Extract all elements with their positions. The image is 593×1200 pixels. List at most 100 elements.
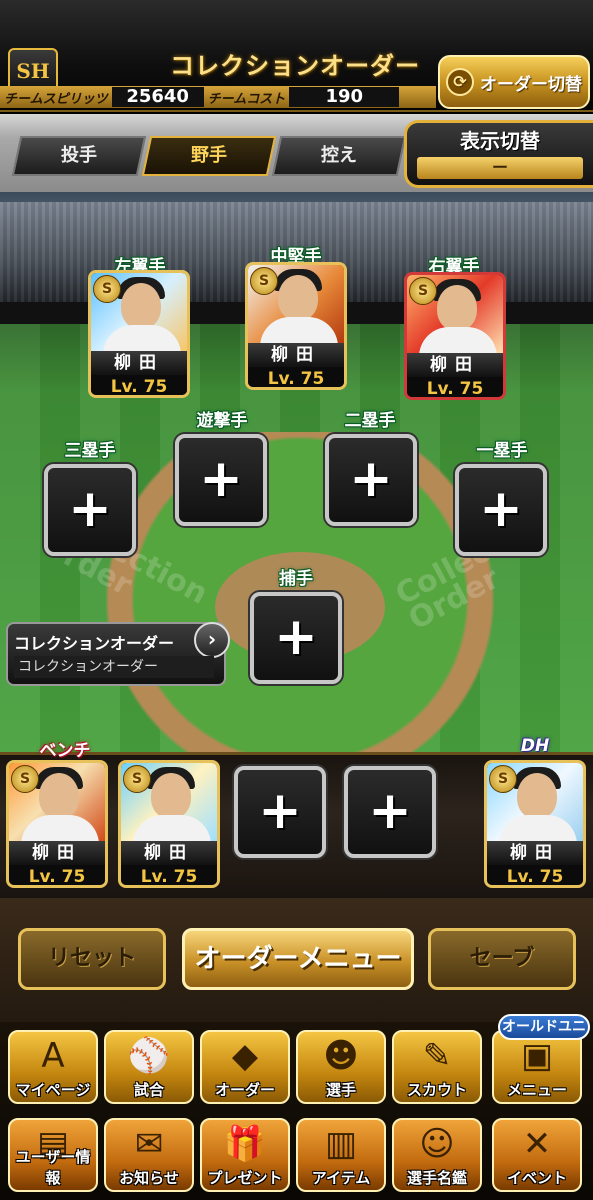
player-name: 柳田 — [248, 343, 344, 367]
rarity-badge-icon: S — [489, 765, 517, 793]
top-header: SH コレクションオーダー ⟳ オーダー切替 チームスピリッツ 25640 チー… — [0, 0, 593, 112]
head — [517, 773, 557, 819]
nav-label: オーダー — [214, 1081, 275, 1099]
nav-mypage[interactable]: A マイページ — [8, 1030, 98, 1104]
empty-slot-shortstop[interactable]: + — [175, 434, 267, 526]
menu-icon: ▣ — [520, 1036, 554, 1076]
display-switch-value: ー — [417, 157, 583, 179]
reset-button[interactable]: リセット — [18, 928, 166, 990]
empty-slot-bench-4[interactable]: + — [344, 766, 436, 858]
collection-order-subtitle: コレクションオーダー — [14, 656, 214, 678]
order-field-icon: ◆ — [231, 1036, 259, 1076]
team-spirit-value: 25640 — [111, 87, 204, 107]
nav-order[interactable]: ◆ オーダー — [200, 1030, 290, 1104]
scout-icon: ✎ — [422, 1036, 452, 1076]
nav-label: 試合 — [133, 1081, 164, 1099]
rarity-badge-icon: S — [93, 275, 121, 303]
player-book-icon: ☺ — [419, 1124, 455, 1164]
nav-label: マイページ — [15, 1081, 91, 1099]
item-icon: ▥ — [324, 1124, 358, 1164]
player-name: 柳田 — [487, 841, 583, 865]
player-card-left-field[interactable]: S 柳田 Lv. 75 — [88, 270, 190, 398]
empty-slot-catcher[interactable]: + — [250, 592, 342, 684]
player-icon: ☻ — [323, 1036, 359, 1076]
nav-item[interactable]: ▥ アイテム — [296, 1118, 386, 1192]
order-switch-button[interactable]: ⟳ オーダー切替 — [438, 55, 590, 109]
page-title: コレクションオーダー — [170, 52, 420, 80]
position-label-third-base: 三塁手 — [64, 441, 116, 461]
position-label-first-base: 一塁手 — [476, 441, 528, 461]
team-spirit-label: チームスピリッツ — [4, 91, 108, 107]
nav-user-info[interactable]: ▤ ユーザー情報 — [8, 1118, 98, 1192]
order-switch-label: オーダー切替 — [480, 74, 582, 95]
player-name: 柳田 — [121, 841, 217, 865]
save-button[interactable]: セーブ — [428, 928, 576, 990]
old-uniform-badge: オールドユニ — [498, 1014, 590, 1040]
chevron-right-icon[interactable]: › — [194, 622, 230, 658]
nav-label: プレゼント — [207, 1169, 283, 1187]
add-icon: + — [479, 479, 523, 539]
order-menu-button[interactable]: オーダーメニュー — [182, 928, 414, 990]
nav-event[interactable]: ✕ イベント — [492, 1118, 582, 1192]
nav-menu[interactable]: ▣ メニュー — [492, 1030, 582, 1104]
tab-reserve-label: 控え — [321, 145, 357, 166]
position-label-catcher: 捕手 — [279, 569, 313, 589]
player-level: Lv. 75 — [91, 375, 187, 395]
bench-card-2[interactable]: S 柳田 Lv. 75 — [118, 760, 220, 888]
position-label-second-base: 二塁手 — [344, 411, 396, 431]
add-icon: + — [349, 449, 393, 509]
empty-slot-third-base[interactable]: + — [44, 464, 136, 556]
position-label-shortstop: 遊撃手 — [196, 411, 248, 431]
nav-label: 選手名鑑 — [406, 1169, 467, 1187]
display-switch-label: 表示切替 — [460, 129, 540, 153]
player-name: 柳田 — [91, 351, 187, 375]
tab-fielder[interactable]: 野手 — [141, 136, 277, 176]
empty-slot-bench-3[interactable]: + — [234, 766, 326, 858]
event-icon: ✕ — [522, 1124, 552, 1164]
nav-scout[interactable]: ✎ スカウト — [392, 1030, 482, 1104]
rarity-badge-icon: S — [409, 277, 437, 305]
nav-label: 選手 — [325, 1081, 356, 1099]
tab-pitcher[interactable]: 投手 — [11, 136, 147, 176]
nav-label: ユーザー情報 — [15, 1148, 91, 1187]
add-icon: + — [199, 449, 243, 509]
player-card-right-field[interactable]: S 柳田 Lv. 75 — [404, 272, 506, 400]
nav-label: アイテム — [311, 1169, 371, 1187]
nav-player-book[interactable]: ☺ 選手名鑑 — [392, 1118, 482, 1192]
nav-player[interactable]: ☻ 選手 — [296, 1030, 386, 1104]
player-level: Lv. 75 — [248, 367, 344, 387]
head — [278, 275, 318, 321]
player-level: Lv. 75 — [121, 865, 217, 885]
stadium-icon: ⚾ — [127, 1036, 171, 1076]
dh-card[interactable]: S 柳田 Lv. 75 — [484, 760, 586, 888]
head — [151, 773, 191, 819]
nav-label: メニュー — [506, 1081, 567, 1099]
nav-label: お知らせ — [119, 1169, 179, 1187]
empty-slot-second-base[interactable]: + — [325, 434, 417, 526]
nav-present[interactable]: 🎁 プレゼント — [200, 1118, 290, 1192]
collection-order-title: コレクションオーダー — [14, 634, 175, 653]
nav-notice[interactable]: ✉ お知らせ — [104, 1118, 194, 1192]
add-icon: + — [368, 781, 412, 841]
display-switch-button[interactable]: 表示切替 ー — [404, 120, 593, 188]
tab-fielder-label: 野手 — [191, 145, 227, 166]
rarity-badge-icon: S — [11, 765, 39, 793]
tab-reserve[interactable]: 控え — [271, 136, 407, 176]
add-icon: + — [258, 781, 302, 841]
head — [121, 283, 161, 329]
add-icon: + — [68, 479, 112, 539]
empty-slot-first-base[interactable]: + — [455, 464, 547, 556]
bench-card-1[interactable]: S 柳田 Lv. 75 — [6, 760, 108, 888]
player-card-center-field[interactable]: S 柳田 Lv. 75 — [245, 262, 347, 390]
nav-game[interactable]: ⚾ 試合 — [104, 1030, 194, 1104]
team-cost-label: チームコスト — [207, 91, 286, 107]
head — [39, 773, 79, 819]
nav-label: スカウト — [406, 1081, 467, 1099]
tab-pitcher-label: 投手 — [61, 145, 97, 166]
player-name: 柳田 — [407, 353, 503, 377]
collection-order-panel[interactable]: コレクションオーダー › コレクションオーダー — [6, 622, 230, 686]
nav-label: イベント — [506, 1169, 567, 1187]
present-icon: 🎁 — [223, 1124, 267, 1164]
mypage-icon: A — [41, 1036, 65, 1076]
bench-label: ベンチ — [39, 741, 91, 761]
